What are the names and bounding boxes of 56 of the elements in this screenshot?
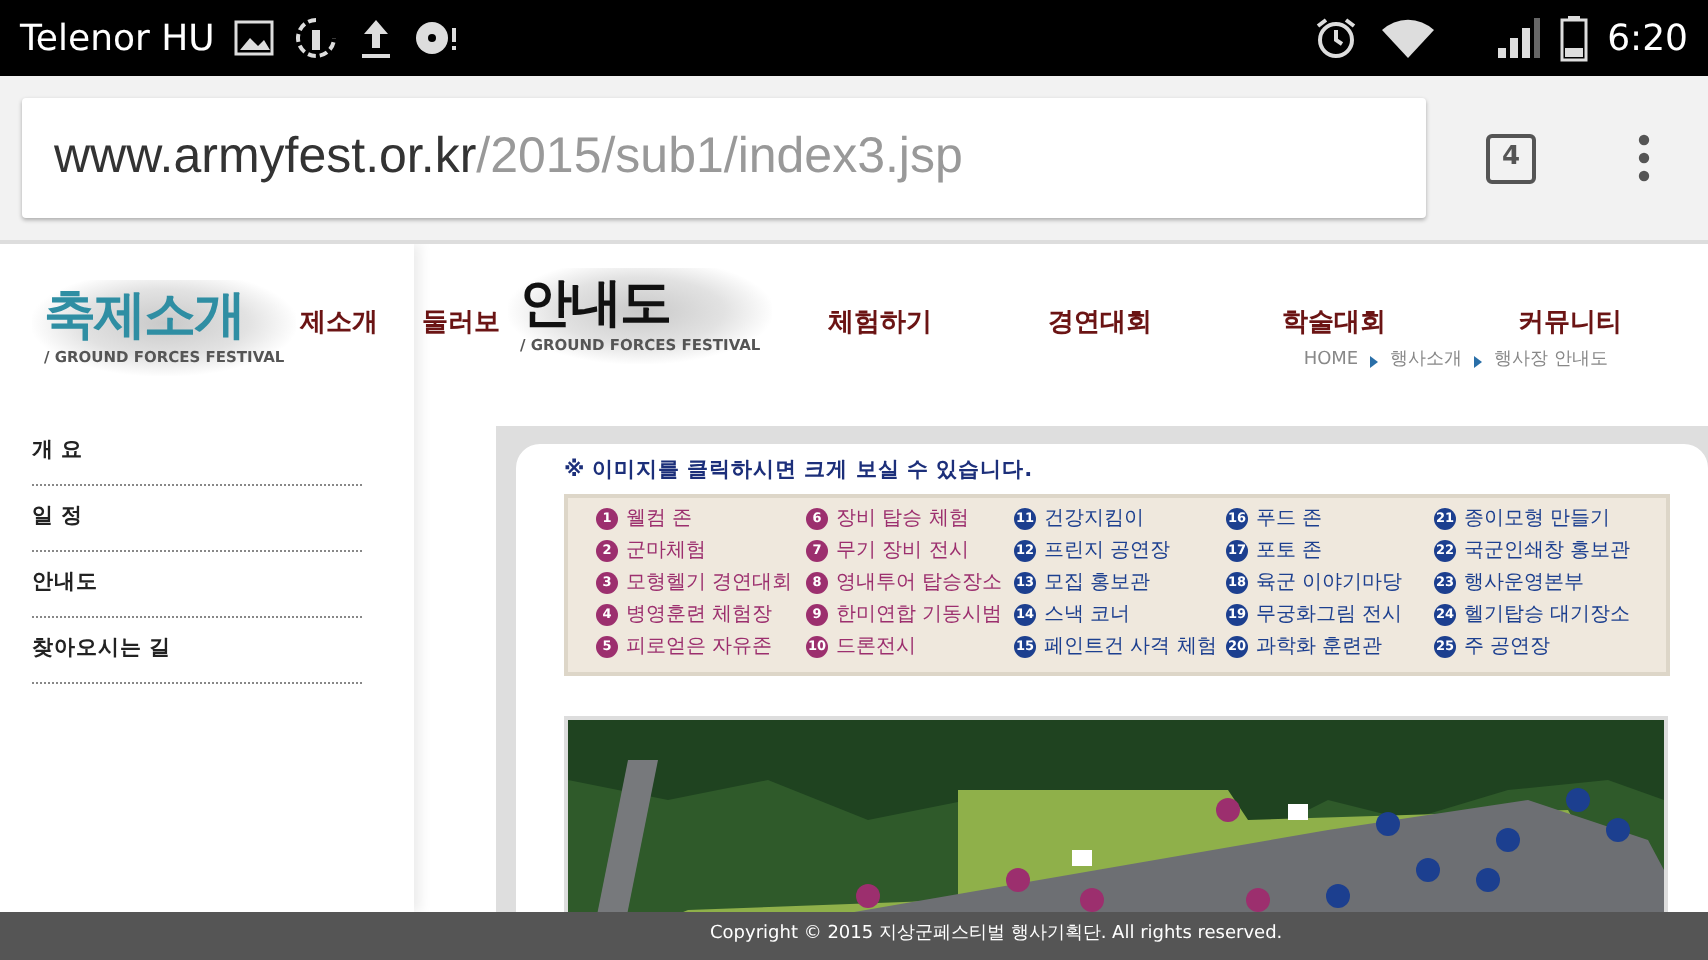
- nav-link[interactable]: 제소개: [300, 280, 379, 343]
- nav-link[interactable]: 경연대회: [1048, 280, 1153, 343]
- legend-label: 한미연합 기동시범: [836, 602, 1003, 631]
- legend-label: 프린지 공연장: [1044, 538, 1171, 567]
- legend-label: 장비 탑승 체험: [836, 506, 969, 535]
- legend-label: 스낵 코너: [1044, 602, 1131, 631]
- nav-link[interactable]: 학술대회: [1282, 280, 1387, 343]
- sidebar-item[interactable]: 개 요: [32, 420, 362, 486]
- legend-label: 무궁화그림 전시: [1256, 602, 1403, 631]
- wifi-icon: [1379, 16, 1436, 60]
- legend-label: 무기 장비 전시: [836, 538, 969, 567]
- upload-icon: [358, 16, 395, 60]
- legend-label: 건강지킴이: [1044, 506, 1144, 535]
- legend-label: 페인트건 사격 체험: [1044, 634, 1217, 663]
- legend-label: 육군 이야기마당: [1256, 570, 1403, 599]
- alarm-icon: [1311, 14, 1360, 62]
- legend-label: 과학화 훈련관: [1256, 634, 1383, 663]
- signal-icon: [1495, 16, 1540, 60]
- legend-label: 군마체험: [626, 538, 706, 567]
- chevron-icon: [1370, 355, 1379, 368]
- sidebar-item[interactable]: 일 정: [32, 486, 362, 552]
- tab-count-button[interactable]: 4: [1486, 133, 1536, 183]
- legend-label: 영내투어 탑승장소: [836, 570, 1003, 599]
- legend-label: 국군인쇄창 홍보관: [1464, 538, 1631, 567]
- sidebar-item[interactable]: 찾아오시는 길: [32, 618, 362, 684]
- legend-label: 드론전시: [836, 634, 916, 663]
- chevron-icon: [1474, 355, 1483, 368]
- nav-link[interactable]: 커뮤니티: [1518, 280, 1623, 343]
- disc-icon: [414, 18, 459, 58]
- carrier-name: Telenor HU: [20, 15, 215, 63]
- legend-label: 푸드 존: [1256, 506, 1323, 535]
- legend-label: 병영훈련 체험장: [626, 602, 773, 631]
- legend-label: 종이모형 만들기: [1464, 506, 1611, 535]
- notice-text: ※ 이미지를 클릭하시면 크게 보실 수 있습니다.: [564, 456, 1035, 486]
- map-drawing[interactable]: [564, 715, 1668, 912]
- breadcrumb-link[interactable]: 행사소개: [1390, 348, 1463, 375]
- legend-label: 주 공연장: [1464, 634, 1551, 663]
- battery-icon: [1559, 14, 1588, 62]
- legend-label: 행사운영본부: [1464, 570, 1584, 599]
- nav-link[interactable]: 둘러보: [422, 280, 500, 343]
- breadcrumb-link[interactable]: 행사장 안내도: [1494, 348, 1608, 375]
- nav-link[interactable]: 체험하기: [828, 280, 933, 343]
- legend-label: 모형헬기 경연대회: [626, 570, 793, 599]
- copyright-text: Copyright © 2015 지상군페스티벌 행사기획단. All rights reserved.: [710, 922, 1283, 949]
- clock-time: 6:20: [1607, 15, 1688, 63]
- legend-label: 헬기탑승 대기장소: [1464, 602, 1631, 631]
- legend-label: 포토 존: [1256, 538, 1323, 567]
- legend-label: 피로얻은 자유존: [626, 634, 773, 663]
- menu-button[interactable]: [1636, 132, 1652, 184]
- legend-label: 모집 홍보관: [1044, 570, 1151, 599]
- image-icon: [234, 18, 275, 58]
- address-field[interactable]: www.armyfest.or.kr/2015/sub1/index3.jsp: [22, 98, 1426, 218]
- breadcrumb-link[interactable]: HOME: [1303, 348, 1359, 375]
- sync-icon: [294, 16, 339, 60]
- sidebar-item[interactable]: 안내도: [32, 552, 362, 618]
- legend-label: 웰컴 존: [626, 506, 693, 535]
